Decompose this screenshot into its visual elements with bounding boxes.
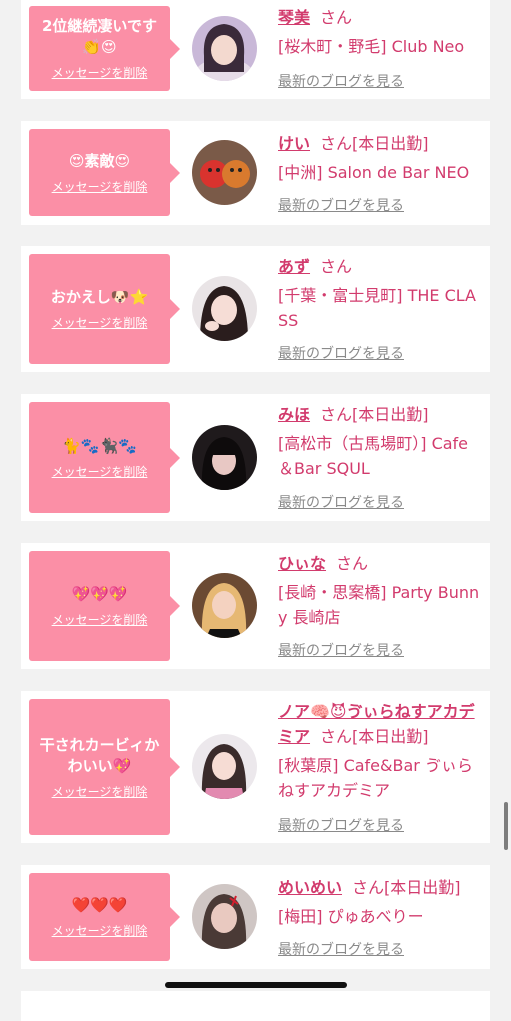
cast-info: ノア🧠😈ゔぃらねすアカデミア さん[本日出勤] [秋葉原] Cafe&Bar ゔぃ… bbox=[278, 699, 484, 803]
message-bubble: ❤️❤️❤️ メッセージを削除 bbox=[29, 873, 180, 961]
message-card: 2位継続凄いです👏😍 メッセージを削除 琴美 さん [桜木町・野毛] Club N… bbox=[21, 0, 490, 99]
attendance-status: [本日出勤] bbox=[384, 878, 461, 897]
delete-message-link[interactable]: メッセージを削除 bbox=[52, 463, 148, 480]
honorific: さん bbox=[352, 878, 385, 897]
latest-blog-link[interactable]: 最新のブログを見る bbox=[278, 492, 404, 512]
name-line: めいめい さん[本日出勤] bbox=[278, 875, 484, 900]
avatar[interactable] bbox=[192, 276, 257, 341]
name-line: ひぃな さん bbox=[278, 551, 484, 576]
message-card: 🐈🐾🐈‍⬛🐾 メッセージを削除 みほ さん[本日出勤] [高松市（古馬場町）] C… bbox=[21, 394, 490, 521]
home-indicator[interactable] bbox=[165, 982, 347, 988]
delete-message-link[interactable]: メッセージを削除 bbox=[52, 783, 148, 800]
message-text: ❤️❤️❤️ bbox=[71, 896, 128, 914]
name-line: みほ さん[本日出勤] bbox=[278, 402, 484, 427]
latest-blog-link[interactable]: 最新のブログを見る bbox=[278, 71, 404, 91]
cast-info: めいめい さん[本日出勤] [梅田] ぴゅあべりー bbox=[278, 875, 484, 929]
latest-blog-link[interactable]: 最新のブログを見る bbox=[278, 640, 404, 660]
cast-name-link[interactable]: ひぃな bbox=[278, 554, 326, 573]
cast-info: あず さん [千葉・富士見町] THE CLASS bbox=[278, 254, 484, 333]
cast-info: 琴美 さん [桜木町・野毛] Club Neo bbox=[278, 5, 484, 59]
name-line: ノア🧠😈ゔぃらねすアカデミア さん[本日出勤] bbox=[278, 699, 484, 749]
message-text: 2位継続凄いです👏😍 bbox=[42, 17, 157, 56]
avatar[interactable] bbox=[192, 573, 257, 638]
cast-name-link[interactable]: めいめい bbox=[278, 878, 342, 897]
delete-message-link[interactable]: メッセージを削除 bbox=[52, 314, 148, 331]
delete-message-link[interactable]: メッセージを削除 bbox=[52, 611, 148, 628]
message-bubble: 🐈🐾🐈‍⬛🐾 メッセージを削除 bbox=[29, 402, 180, 513]
message-bubble: 💖💖💖 メッセージを削除 bbox=[29, 551, 180, 661]
shop-name: [千葉・富士見町] THE CLASS bbox=[278, 286, 476, 330]
shop-name: [中洲] Salon de Bar NEO bbox=[278, 163, 470, 182]
latest-blog-link[interactable]: 最新のブログを見る bbox=[278, 195, 404, 215]
message-card: 干されカービィかわいい💖 メッセージを削除 ノア🧠😈ゔぃらねすアカデミア さん[本… bbox=[21, 691, 490, 843]
avatar[interactable] bbox=[192, 734, 257, 799]
latest-blog-link[interactable]: 最新のブログを見る bbox=[278, 939, 404, 959]
honorific: さん bbox=[320, 257, 353, 276]
shop-name: [長崎・思案橋] Party Bunny 長崎店 bbox=[278, 583, 480, 627]
honorific: さん bbox=[336, 554, 369, 573]
cast-name-link[interactable]: あず bbox=[278, 257, 310, 276]
message-text: 💖💖💖 bbox=[71, 585, 128, 603]
message-text: おかえし🐶⭐ bbox=[50, 288, 149, 306]
avatar[interactable] bbox=[192, 884, 257, 949]
attendance-status: [本日出勤] bbox=[352, 405, 429, 424]
cast-name-link[interactable]: 琴美 bbox=[278, 8, 310, 27]
message-text: 干されカービィかわいい💖 bbox=[39, 735, 160, 775]
message-card: ❤️❤️❤️ メッセージを削除 めいめい さん[本日出勤] [梅田] ぴゅあべりー… bbox=[21, 865, 490, 969]
delete-message-link[interactable]: メッセージを削除 bbox=[52, 178, 148, 195]
message-bubble: 😍素敵😍 メッセージを削除 bbox=[29, 129, 180, 216]
cast-name-link[interactable]: みほ bbox=[278, 405, 310, 424]
message-text: 😍素敵😍 bbox=[68, 151, 131, 170]
honorific: さん bbox=[320, 727, 353, 746]
cast-name-link[interactable]: けい bbox=[278, 134, 310, 153]
attendance-status: [本日出勤] bbox=[352, 727, 429, 746]
message-card: おかえし🐶⭐ メッセージを削除 あず さん [千葉・富士見町] THE CLASS… bbox=[21, 246, 490, 372]
message-bubble: おかえし🐶⭐ メッセージを削除 bbox=[29, 254, 180, 364]
honorific: さん bbox=[320, 8, 353, 27]
cast-info: ひぃな さん [長崎・思案橋] Party Bunny 長崎店 bbox=[278, 551, 484, 630]
delete-message-link[interactable]: メッセージを削除 bbox=[52, 922, 148, 939]
cast-info: けい さん[本日出勤] [中洲] Salon de Bar NEO bbox=[278, 131, 484, 185]
delete-message-link[interactable]: メッセージを削除 bbox=[52, 64, 148, 81]
shop-name: [桜木町・野毛] Club Neo bbox=[278, 37, 465, 56]
message-card bbox=[21, 991, 490, 1021]
latest-blog-link[interactable]: 最新のブログを見る bbox=[278, 343, 404, 363]
name-line: けい さん[本日出勤] bbox=[278, 131, 484, 156]
latest-blog-link[interactable]: 最新のブログを見る bbox=[278, 815, 404, 835]
message-card: 💖💖💖 メッセージを削除 ひぃな さん [長崎・思案橋] Party Bunny … bbox=[21, 543, 490, 669]
scrollbar[interactable] bbox=[504, 802, 508, 850]
avatar[interactable] bbox=[192, 140, 257, 205]
attendance-status: [本日出勤] bbox=[352, 134, 429, 153]
avatar[interactable] bbox=[192, 425, 257, 490]
message-bubble: 2位継続凄いです👏😍 メッセージを削除 bbox=[29, 6, 180, 91]
name-line: あず さん bbox=[278, 254, 484, 279]
name-line: 琴美 さん bbox=[278, 5, 484, 30]
message-text: 🐈🐾🐈‍⬛🐾 bbox=[62, 436, 137, 455]
message-card: 😍素敵😍 メッセージを削除 けい さん[本日出勤] [中洲] Salon de B… bbox=[21, 121, 490, 225]
cast-info: みほ さん[本日出勤] [高松市（古馬場町）] Cafe＆Bar SQUL bbox=[278, 402, 484, 481]
honorific: さん bbox=[320, 134, 353, 153]
shop-name: [秋葉原] Cafe&Bar ゔぃらねすアカデミア bbox=[278, 756, 473, 800]
shop-name: [高松市（古馬場町）] Cafe＆Bar SQUL bbox=[278, 434, 469, 478]
message-bubble: 干されカービィかわいい💖 メッセージを削除 bbox=[29, 699, 180, 835]
shop-name: [梅田] ぴゅあべりー bbox=[278, 907, 424, 926]
honorific: さん bbox=[320, 405, 353, 424]
avatar[interactable] bbox=[192, 16, 257, 81]
